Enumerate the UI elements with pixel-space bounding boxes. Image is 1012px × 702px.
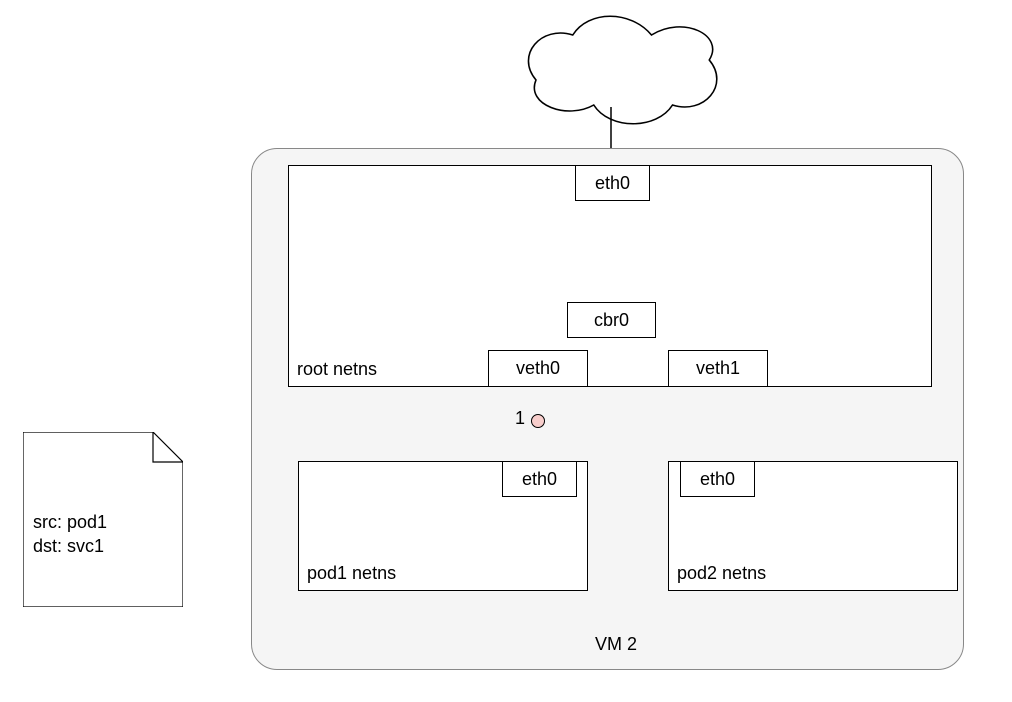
note-line2: dst: svc1 [33,534,107,558]
pod1-eth0-box: eth0 [502,461,577,497]
pod1-eth0-label: eth0 [522,469,557,490]
step-marker-1-label: 1 [515,408,525,429]
root-netns-label: root netns [297,359,377,380]
veth1-box: veth1 [668,350,768,387]
pod2-netns-label: pod2 netns [677,563,766,584]
cbr0-box: cbr0 [567,302,656,338]
pod1-netns-label: pod1 netns [307,563,396,584]
veth1-label: veth1 [696,358,740,379]
diagram-canvas: root netns eth0 cbr0 veth0 veth1 pod1 ne… [0,0,1012,702]
root-eth0-label: eth0 [595,173,630,194]
vm-label: VM 2 [586,634,646,655]
veth0-box: veth0 [488,350,588,387]
note-line1: src: pod1 [33,510,107,534]
root-eth0-box: eth0 [575,165,650,201]
cbr0-label: cbr0 [594,310,629,331]
step-marker-1 [531,414,545,428]
pod2-eth0-box: eth0 [680,461,755,497]
packet-note: src: pod1 dst: svc1 [23,432,183,607]
veth0-label: veth0 [516,358,560,379]
pod2-eth0-label: eth0 [700,469,735,490]
